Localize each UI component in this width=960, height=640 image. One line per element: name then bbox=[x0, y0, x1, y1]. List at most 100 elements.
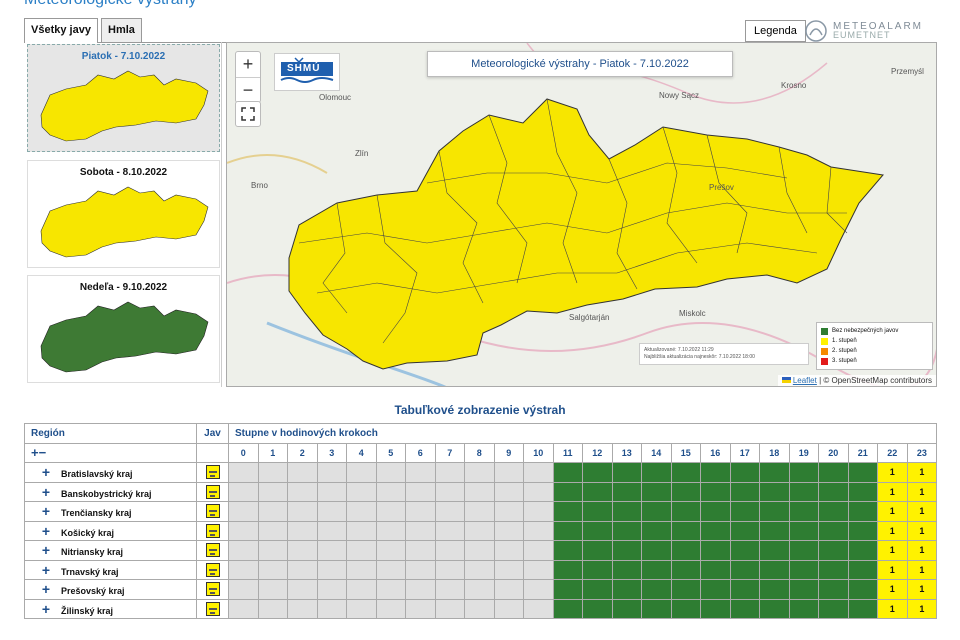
legend-swatch-yellow bbox=[821, 337, 828, 345]
next-update-time: Najbližšia aktualizácia najneskôr: 7.10.… bbox=[644, 354, 755, 360]
hour-cell-past bbox=[434, 540, 465, 561]
hour-cell-past bbox=[316, 462, 347, 483]
hour-cell-past bbox=[228, 501, 259, 522]
expand-region-icon[interactable]: + bbox=[31, 562, 61, 578]
thumbnail-sunday[interactable]: Nedeľa - 9.10.2022 bbox=[27, 275, 220, 383]
fog-warning-icon[interactable] bbox=[205, 582, 220, 597]
hour-cell-past bbox=[257, 559, 288, 580]
hour-cell-past bbox=[464, 462, 495, 483]
fog-warning-icon[interactable] bbox=[205, 562, 220, 577]
hour-cell-past bbox=[287, 462, 318, 483]
fog-warning-icon[interactable] bbox=[205, 523, 220, 538]
hour-cell-past bbox=[523, 559, 554, 580]
hour-cell-no-warning bbox=[611, 520, 642, 541]
hour-cell-no-warning bbox=[641, 559, 672, 580]
jav-cell[interactable] bbox=[196, 462, 229, 483]
thumbnail-saturday[interactable]: Sobota - 8.10.2022 bbox=[27, 160, 220, 268]
hour-cell-no-warning bbox=[847, 462, 878, 483]
hour-cell-past bbox=[493, 598, 524, 619]
fog-warning-icon[interactable] bbox=[205, 543, 220, 558]
hour-cell-past bbox=[375, 481, 406, 502]
hour-cell-past bbox=[346, 598, 377, 619]
zoom-in-button[interactable]: + bbox=[236, 52, 260, 77]
meteoalarm-link[interactable]: METEOALARM EUMETNET bbox=[805, 18, 937, 44]
hour-cell-no-warning bbox=[611, 559, 642, 580]
fog-warning-icon[interactable] bbox=[205, 484, 220, 499]
hour-cell-past bbox=[523, 481, 554, 502]
hour-cell-level1: 1 bbox=[877, 481, 908, 502]
zoom-control: + − bbox=[235, 51, 261, 103]
hour-header-19: 19 bbox=[788, 442, 819, 463]
hour-cell-past bbox=[523, 501, 554, 522]
thumbnail-friday-label: Piatok - 7.10.2022 bbox=[81, 51, 166, 62]
hour-cell-no-warning bbox=[700, 520, 731, 541]
legend-label-none: Bez nebezpečných javov bbox=[832, 328, 899, 334]
thumbnail-friday[interactable]: Piatok - 7.10.2022 bbox=[27, 44, 220, 152]
hour-cell-no-warning bbox=[847, 481, 878, 502]
hour-header-6: 6 bbox=[405, 442, 436, 463]
jav-cell[interactable] bbox=[196, 520, 229, 541]
hour-cell-no-warning bbox=[788, 559, 819, 580]
jav-cell[interactable] bbox=[196, 481, 229, 502]
fullscreen-button[interactable] bbox=[235, 101, 261, 127]
legend-button[interactable]: Legenda bbox=[745, 20, 806, 42]
city-label-nowy-sacz: Nowy Sącz bbox=[659, 91, 700, 100]
hour-header-11: 11 bbox=[552, 442, 583, 463]
hour-cell-no-warning bbox=[759, 579, 790, 600]
jav-cell[interactable] bbox=[196, 540, 229, 561]
city-label-brno: Brno bbox=[251, 181, 268, 190]
jav-cell[interactable] bbox=[196, 579, 229, 600]
expand-collapse-all-button[interactable]: +− bbox=[24, 442, 197, 463]
expand-region-icon[interactable]: + bbox=[31, 484, 61, 500]
expand-region-icon[interactable]: + bbox=[31, 503, 61, 519]
hour-cell-past bbox=[464, 540, 495, 561]
leaflet-link[interactable]: Leaflet bbox=[793, 376, 817, 385]
hour-cell-no-warning bbox=[670, 520, 701, 541]
fog-warning-icon[interactable] bbox=[205, 601, 220, 616]
fog-warning-icon[interactable] bbox=[205, 504, 220, 519]
hour-cell-past bbox=[375, 598, 406, 619]
hour-cell-no-warning bbox=[641, 462, 672, 483]
legend-swatch-red bbox=[821, 357, 828, 365]
hour-cell-past bbox=[434, 462, 465, 483]
zoom-out-button[interactable]: − bbox=[236, 77, 260, 102]
meteoalarm-sub: EUMETNET bbox=[833, 30, 891, 40]
jav-cell[interactable] bbox=[196, 501, 229, 522]
table-row: + Bratislavský kraj 1 1 bbox=[24, 462, 938, 483]
expand-region-icon[interactable]: + bbox=[31, 542, 61, 558]
jav-cell[interactable] bbox=[196, 598, 229, 619]
hour-cell-past bbox=[405, 481, 436, 502]
hour-cell-no-warning bbox=[729, 579, 760, 600]
warning-map[interactable]: Olomouc Nowy Sącz Krosno Zlín Brno Prešo… bbox=[226, 42, 937, 387]
hour-cell-no-warning bbox=[847, 540, 878, 561]
region-name: Žilinský kraj bbox=[61, 605, 114, 616]
expand-region-icon[interactable]: + bbox=[31, 581, 61, 597]
hour-header-15: 15 bbox=[670, 442, 701, 463]
hour-cell-past bbox=[316, 540, 347, 561]
fog-warning-icon[interactable] bbox=[205, 465, 220, 480]
hour-cell-past bbox=[523, 540, 554, 561]
hour-cell-no-warning bbox=[759, 501, 790, 522]
expand-region-icon[interactable]: + bbox=[31, 464, 61, 480]
city-label-salgotarjan: Salgótarján bbox=[569, 313, 610, 322]
tab-fog[interactable]: Hmla bbox=[101, 18, 142, 42]
tab-all-phenomena[interactable]: Všetky javy bbox=[24, 18, 98, 43]
hour-cell-no-warning bbox=[670, 481, 701, 502]
hour-cell-no-warning bbox=[759, 520, 790, 541]
hour-cell-level1: 1 bbox=[877, 520, 908, 541]
hour-cell-no-warning bbox=[611, 598, 642, 619]
hour-cell-no-warning bbox=[641, 501, 672, 522]
expand-region-icon[interactable]: + bbox=[31, 601, 61, 617]
day-thumbnails: Piatok - 7.10.2022 Sobota - 8.10.2022 Ne… bbox=[24, 42, 222, 387]
thumbnail-friday-map bbox=[40, 70, 209, 142]
city-label-olomouc: Olomouc bbox=[319, 93, 352, 102]
hour-cell-past bbox=[257, 579, 288, 600]
osm-attribution: | © OpenStreetMap contributors bbox=[816, 376, 932, 385]
hour-cell-no-warning bbox=[788, 579, 819, 600]
page-heading: Meteorologické výstrahy bbox=[24, 0, 197, 9]
hour-cell-past bbox=[228, 462, 259, 483]
hour-cell-no-warning bbox=[641, 481, 672, 502]
jav-cell[interactable] bbox=[196, 559, 229, 580]
hour-cell-level1: 1 bbox=[906, 579, 938, 600]
expand-region-icon[interactable]: + bbox=[31, 523, 61, 539]
